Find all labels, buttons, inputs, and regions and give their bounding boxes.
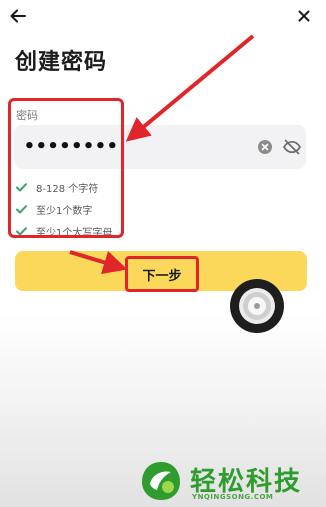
annotation-arrow xyxy=(125,34,255,142)
wheel-icon xyxy=(230,279,284,333)
close-icon xyxy=(298,10,310,22)
clear-circle-icon[interactable] xyxy=(258,140,272,154)
page-title: 创建密码 xyxy=(15,50,108,75)
logo-icon xyxy=(142,462,180,500)
annotation-highlight-box xyxy=(8,98,124,238)
watermark-logo: 轻松科技 YNQINGSONG.COM xyxy=(140,460,326,507)
eye-off-icon[interactable] xyxy=(282,137,302,157)
next-button-label[interactable]: 下一步 xyxy=(125,256,199,292)
arrow-left-icon xyxy=(10,9,26,23)
logo-subtitle: YNQINGSONG.COM xyxy=(192,493,274,501)
top-bar xyxy=(0,0,326,34)
back-button[interactable] xyxy=(6,4,30,28)
close-button[interactable] xyxy=(292,4,316,28)
